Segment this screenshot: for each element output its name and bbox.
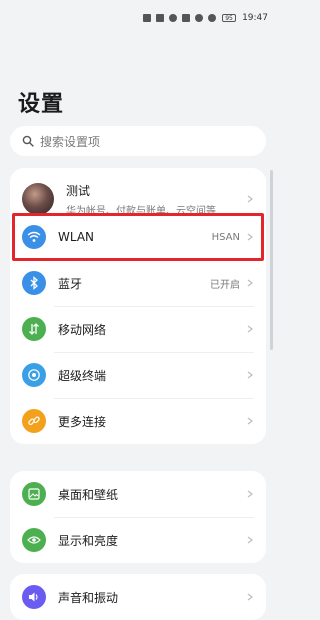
account-name: 测试 — [66, 183, 91, 198]
chevron-right-icon — [246, 279, 254, 287]
battery-indicator: 95 — [222, 14, 237, 22]
chevron-right-icon — [246, 195, 254, 203]
notification-icon — [182, 14, 191, 22]
more-connections-label: 更多连接 — [58, 414, 107, 429]
chevron-right-icon — [246, 325, 254, 333]
chevron-right-icon — [246, 490, 254, 498]
display-brightness-label: 显示和亮度 — [58, 533, 119, 548]
mobile-network-icon — [22, 317, 46, 341]
search-icon — [22, 135, 34, 147]
status-icons — [143, 14, 217, 22]
settings-item-wallpaper[interactable]: 桌面和壁纸 — [10, 471, 266, 517]
settings-item-super-device[interactable]: 超级终端 — [10, 352, 266, 398]
bluetooth-icon — [22, 271, 46, 295]
sound-card: 声音和振动 — [10, 574, 266, 620]
chevron-right-icon — [246, 371, 254, 379]
settings-item-sound[interactable]: 声音和振动 — [10, 574, 266, 620]
signal-icon — [143, 14, 152, 22]
super-device-icon — [22, 363, 46, 387]
wallpaper-icon — [22, 482, 46, 506]
wifi-status-icon — [169, 14, 178, 22]
settings-item-more-connections[interactable]: 更多连接 — [10, 398, 266, 444]
bluetooth-value: 已开启 — [210, 279, 240, 291]
chevron-right-icon — [246, 417, 254, 425]
bluetooth-label: 蓝牙 — [58, 276, 83, 291]
settings-item-bluetooth[interactable]: 蓝牙 已开启 — [10, 260, 266, 306]
display-card: 桌面和壁纸 显示和亮度 — [10, 471, 266, 563]
status-time: 19:47 — [242, 13, 268, 23]
settings-item-mobile-network[interactable]: 移动网络 — [10, 306, 266, 352]
page-title: 设置 — [18, 92, 65, 117]
wlan-highlight-box — [12, 213, 264, 261]
link-icon — [22, 409, 46, 433]
sound-label: 声音和振动 — [58, 590, 119, 605]
search-bar[interactable]: 搜索设置项 — [10, 126, 266, 156]
signal-icon-2 — [156, 14, 165, 22]
eye-icon — [22, 528, 46, 552]
super-device-label: 超级终端 — [58, 368, 107, 383]
wallpaper-label: 桌面和壁纸 — [58, 487, 119, 502]
mobile-network-label: 移动网络 — [58, 322, 107, 337]
search-placeholder: 搜索设置项 — [40, 134, 101, 149]
chevron-right-icon — [246, 536, 254, 544]
avatar — [22, 183, 54, 215]
settings-item-display-brightness[interactable]: 显示和亮度 — [10, 517, 266, 563]
bluetooth-status-icon — [195, 14, 204, 22]
scrollbar[interactable] — [270, 170, 273, 350]
alarm-icon — [208, 14, 217, 22]
account-text: 测试 华为帐号、付款与账单、云空间等 — [66, 182, 246, 217]
status-bar: 95 19:47 — [0, 0, 276, 36]
sound-icon — [22, 585, 46, 609]
